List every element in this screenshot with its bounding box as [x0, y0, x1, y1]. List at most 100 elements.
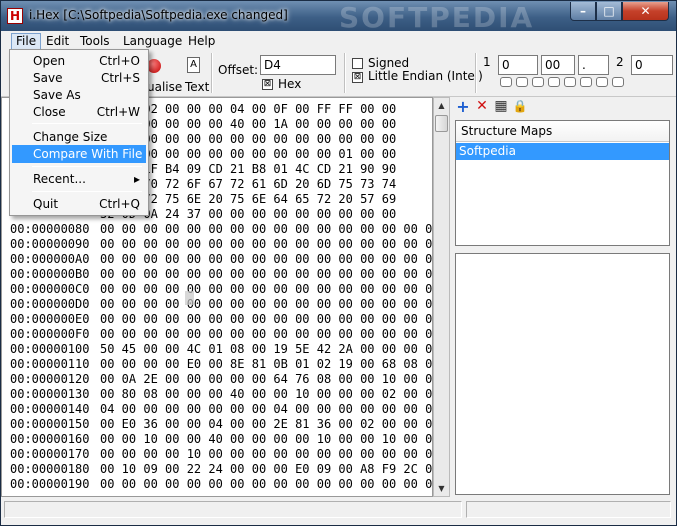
- hex-row[interactable]: 00:000000F0 00 00 00 00 00 00 00 00 00 00…: [10, 327, 432, 342]
- hex-row[interactable]: 00:000000D0 00 00 00 00 00 00 00 00 00 00…: [10, 297, 432, 312]
- hex-bytes[interactable]: 00 00 10 00 00 40 00 00 00 00 10 00 00 1…: [100, 432, 432, 446]
- structure-maps-header[interactable]: Structure Maps: [456, 121, 669, 142]
- hex-row[interactable]: 00:00000140 04 00 00 00 00 00 00 00 04 00…: [10, 402, 432, 417]
- offset-label: Offset:: [218, 63, 259, 77]
- title-bar[interactable]: H i.Hex [C:\Softpedia\Softpedia.exe chan…: [1, 1, 676, 34]
- signed-label: Signed: [368, 56, 410, 70]
- menu-edit[interactable]: Edit: [42, 33, 73, 50]
- hex-bytes[interactable]: 00 0A 2E 00 00 00 00 00 64 76 08 00 00 1…: [100, 372, 432, 386]
- minimize-button[interactable]: –: [570, 2, 596, 21]
- scroll-up-arrow-icon[interactable]: ▲: [434, 98, 449, 113]
- hex-bytes[interactable]: 00 00 00 00 00 00 00 00 00 00 00 00 00 0…: [100, 297, 432, 311]
- hex-address: 00:00000120: [10, 372, 90, 386]
- hex-bytes[interactable]: 00 00 00 00 10 00 00 00 00 00 00 00 00 0…: [100, 447, 432, 461]
- hex-row[interactable]: 00:00000080 00 00 00 00 00 00 00 00 00 00…: [10, 222, 432, 237]
- field-1-input-b[interactable]: [541, 55, 575, 75]
- visualise-label[interactable]: ualise: [147, 80, 182, 94]
- menu-item-save-as[interactable]: Save As: [12, 86, 146, 104]
- signed-checkbox[interactable]: [352, 58, 363, 69]
- lock-icon[interactable]: 🔒: [512, 99, 528, 115]
- bit-indicator[interactable]: [564, 77, 576, 87]
- hex-bytes[interactable]: 00 00 00 00 00 00 00 00 00 00 00 00 00 0…: [100, 327, 432, 341]
- hex-row[interactable]: 00:00000150 00 E0 36 00 00 04 00 00 2E 81…: [10, 417, 432, 432]
- hex-bytes[interactable]: 00 00 00 00 E0 00 8E 81 0B 01 02 19 00 6…: [100, 357, 432, 371]
- bit-indicator[interactable]: [500, 77, 512, 87]
- hex-bytes[interactable]: 00 00 00 00 00 00 00 00 00 00 00 00 00 0…: [100, 222, 432, 236]
- text-icon[interactable]: A: [187, 57, 200, 73]
- menu-help[interactable]: Help: [184, 33, 219, 50]
- field-1-input-a[interactable]: [498, 55, 538, 75]
- little-endian-checkbox[interactable]: ⊠: [352, 72, 363, 83]
- hex-bytes[interactable]: 00 00 00 00 00 00 00 00 00 00 00 00 00 0…: [100, 252, 432, 266]
- bit-indicator[interactable]: [612, 77, 624, 87]
- offset-input[interactable]: [260, 55, 336, 75]
- hex-bytes[interactable]: 00 10 09 00 22 24 00 00 00 E0 09 00 A8 F…: [100, 462, 432, 476]
- hex-address: 00:000000B0: [10, 267, 90, 281]
- hex-row[interactable]: 00:00000190 00 00 00 00 00 00 00 00 00 00…: [10, 477, 432, 492]
- hex-row[interactable]: 00:00000110 00 00 00 00 E0 00 8E 81 0B 01…: [10, 357, 432, 372]
- menu-item-open[interactable]: Open Ctrl+O: [12, 52, 146, 70]
- hex-row[interactable]: 00:00000130 00 80 08 00 00 00 40 00 00 10…: [10, 387, 432, 402]
- status-panel-main: [4, 501, 462, 518]
- hex-checkbox[interactable]: ⊠: [262, 79, 273, 90]
- hex-bytes[interactable]: 00 00 00 00 00 00 00 00 00 00 00 00 00 0…: [100, 477, 432, 491]
- hex-bytes[interactable]: 00 00 00 00 00 00 00 00 00 00 00 00 00 0…: [100, 312, 432, 326]
- window-title: i.Hex [C:\Softpedia\Softpedia.exe change…: [29, 8, 288, 22]
- bit-indicator[interactable]: [596, 77, 608, 87]
- hex-row[interactable]: 00:00000090 00 00 00 00 00 00 00 00 00 00…: [10, 237, 432, 252]
- hex-row[interactable]: 00:000000E0 00 00 00 00 00 00 00 00 00 00…: [10, 312, 432, 327]
- hex-bytes[interactable]: 00 00 00 00 00 00 00 00 00 00 00 00 00 0…: [100, 237, 432, 251]
- structure-maps-list[interactable]: Structure Maps Softpedia: [455, 120, 670, 246]
- hex-bytes[interactable]: 00 E0 36 00 00 04 00 00 2E 81 36 00 02 0…: [100, 417, 432, 431]
- hex-row[interactable]: 00:000000B0 00 00 00 00 00 00 00 00 00 00…: [10, 267, 432, 282]
- structure-details-pane[interactable]: [455, 253, 670, 495]
- hex-row[interactable]: 00:000000C0 00 00 00 00 00 00 00 00 00 00…: [10, 282, 432, 297]
- little-endian-label: Little Endian (Intel): [368, 69, 483, 83]
- hex-address: 00:00000170: [10, 447, 90, 461]
- structure-item-softpedia[interactable]: Softpedia: [456, 143, 669, 160]
- menu-bar: File Edit Tools Language Help: [1, 31, 676, 51]
- menu-tools[interactable]: Tools: [76, 33, 114, 50]
- maximize-button[interactable]: □: [596, 2, 622, 21]
- bit-indicator[interactable]: [548, 77, 560, 87]
- bit-indicator[interactable]: [516, 77, 528, 87]
- text-view-label[interactable]: Text: [185, 80, 209, 94]
- menu-language[interactable]: Language: [119, 33, 186, 50]
- menu-item-change-size[interactable]: Change Size: [12, 128, 146, 146]
- hex-bytes[interactable]: 50 45 00 00 4C 01 08 00 19 5E 42 2A 00 0…: [100, 342, 432, 356]
- menu-separator: [32, 166, 142, 167]
- add-structure-icon[interactable]: +: [455, 99, 471, 115]
- hex-address: 00:00000100: [10, 342, 90, 356]
- hex-vertical-scrollbar[interactable]: ▲ ▼: [433, 97, 450, 497]
- remove-structure-icon[interactable]: ✕: [474, 99, 490, 115]
- hex-bytes[interactable]: 00 00 00 00 00 00 00 00 00 00 00 00 00 0…: [100, 282, 432, 296]
- hex-address: 00:00000150: [10, 417, 90, 431]
- menu-item-compare-with-file[interactable]: Compare With File: [12, 145, 146, 163]
- hex-row[interactable]: 00:00000100 50 45 00 00 4C 01 08 00 19 5E…: [10, 342, 432, 357]
- hex-row[interactable]: 00:00000160 00 00 10 00 00 40 00 00 00 00…: [10, 432, 432, 447]
- menu-item-quit[interactable]: Quit Ctrl+Q: [12, 195, 146, 213]
- visualise-icon[interactable]: [147, 59, 161, 73]
- bit-indicator[interactable]: [532, 77, 544, 87]
- file-menu-dropdown: Open Ctrl+O Save Ctrl+S Save As Close Ctrl+…: [9, 49, 149, 216]
- bit-indicator[interactable]: [580, 77, 592, 87]
- menu-item-recent[interactable]: Recent... ▸: [12, 170, 146, 188]
- hex-address: 00:00000160: [10, 432, 90, 446]
- field-1-input-c[interactable]: [578, 55, 609, 75]
- close-window-button[interactable]: ✕: [622, 2, 669, 21]
- menu-file[interactable]: File: [11, 33, 42, 50]
- hex-bytes[interactable]: 00 00 00 00 00 00 00 00 00 00 00 00 00 0…: [100, 267, 432, 281]
- menu-item-close[interactable]: Close Ctrl+W: [12, 103, 146, 121]
- scroll-down-arrow-icon[interactable]: ▼: [434, 481, 449, 496]
- hex-bytes[interactable]: 00 80 08 00 00 00 40 00 00 10 00 00 00 0…: [100, 387, 432, 401]
- hex-bytes[interactable]: 04 00 00 00 00 00 00 00 04 00 00 00 00 0…: [100, 402, 432, 416]
- hex-row[interactable]: 00:000000A0 00 00 00 00 00 00 00 00 00 00…: [10, 252, 432, 267]
- scroll-thumb[interactable]: [435, 115, 448, 132]
- hex-row[interactable]: 00:00000170 00 00 00 00 10 00 00 00 00 00…: [10, 447, 432, 462]
- hex-row[interactable]: 00:00000180 00 10 09 00 22 24 00 00 00 E0…: [10, 462, 432, 477]
- menu-item-save[interactable]: Save Ctrl+S: [12, 69, 146, 87]
- field-2-input[interactable]: [631, 55, 673, 75]
- grid-icon[interactable]: ▦: [493, 99, 509, 115]
- hex-row[interactable]: 00:00000120 00 0A 2E 00 00 00 00 00 64 76…: [10, 372, 432, 387]
- softpedia-watermark: SOFTPEDIA: [339, 1, 535, 34]
